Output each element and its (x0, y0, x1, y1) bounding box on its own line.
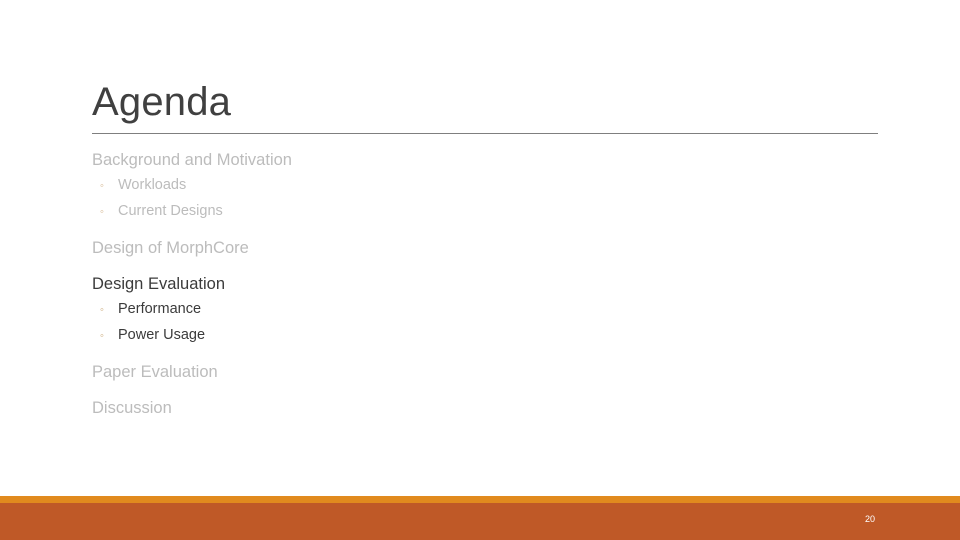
page-number: 20 (864, 514, 875, 524)
agenda-heading-background-and-motivation[interactable]: Background and Motivation (92, 148, 692, 173)
bullet-circle-icon: ◦ (100, 180, 104, 192)
footer-accent-stripe (0, 496, 960, 503)
agenda-subitem-power-usage[interactable]: ◦ Power Usage (92, 323, 692, 349)
footer-band (0, 503, 960, 540)
agenda-heading-design-of-morphcore[interactable]: Design of MorphCore (92, 236, 692, 261)
agenda-heading-paper-evaluation[interactable]: Paper Evaluation (92, 360, 692, 385)
bullet-circle-icon: ◦ (100, 304, 104, 316)
agenda-subitem-workloads[interactable]: ◦ Workloads (92, 173, 692, 199)
agenda-subitem-label: Current Designs (118, 203, 223, 219)
agenda-subitem-label: Performance (118, 301, 202, 317)
title-block: Agenda (92, 78, 878, 134)
agenda-heading-discussion[interactable]: Discussion (92, 396, 692, 421)
title-divider (92, 133, 878, 134)
agenda-group: Background and Motivation ◦ Workloads ◦ … (92, 148, 692, 225)
agenda-group: Design of MorphCore (92, 236, 692, 261)
bullet-circle-icon: ◦ (100, 206, 104, 218)
agenda-subitem-current-designs[interactable]: ◦ Current Designs (92, 199, 692, 225)
slide-canvas: Agenda Background and Motivation ◦ Workl… (0, 0, 960, 540)
agenda-group: Paper Evaluation (92, 360, 692, 385)
agenda-heading-design-evaluation[interactable]: Design Evaluation (92, 272, 692, 297)
page-title: Agenda (92, 80, 232, 124)
agenda-list: Background and Motivation ◦ Workloads ◦ … (92, 148, 692, 421)
agenda-subitem-performance[interactable]: ◦ Performance (92, 297, 692, 323)
agenda-subitem-label: Power Usage (118, 327, 206, 343)
agenda-subitem-label: Workloads (118, 177, 187, 193)
agenda-group: Design Evaluation ◦ Performance ◦ Power … (92, 272, 692, 349)
bullet-circle-icon: ◦ (100, 330, 104, 342)
agenda-group: Discussion (92, 396, 692, 421)
